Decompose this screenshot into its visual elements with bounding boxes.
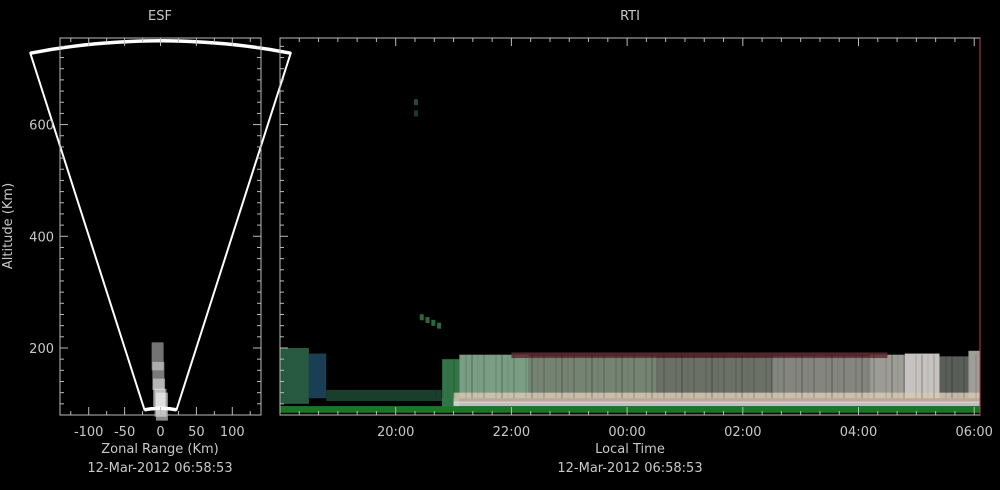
figure: ESF -100 -50 0 50 100 200 400 600 Zonal Range (… <box>0 0 1000 490</box>
rti-spot-4 <box>431 319 436 326</box>
rti-x-tick-label: 22:00 <box>493 425 530 440</box>
rti-spot-0 <box>413 99 418 106</box>
rti-band-14 <box>453 401 980 407</box>
rti-spot-2 <box>419 314 424 321</box>
figure-background <box>0 0 1000 490</box>
rti-band-1 <box>308 353 327 399</box>
esf-x-tick-label: -50 <box>114 425 135 440</box>
rti-x-tick-label: 00:00 <box>608 425 645 440</box>
rti-spot-3 <box>425 317 430 324</box>
rti-band-13 <box>280 406 980 413</box>
esf-x-tick-label: -100 <box>74 425 104 440</box>
rti-title: RTI <box>620 9 640 24</box>
rti-band-2 <box>326 389 442 402</box>
esf-x-axis-label: Zonal Range (Km) <box>101 442 218 457</box>
esf-y-tick-label: 600 <box>29 119 54 134</box>
rti-x-tick-label: 04:00 <box>840 425 877 440</box>
rti-x-axis-label: Local Time <box>595 442 665 457</box>
rti-timestamp: 12-Mar-2012 06:58:53 <box>557 461 702 476</box>
rti-x-tick-label: 02:00 <box>724 425 761 440</box>
esf-y-tick-label: 200 <box>29 342 54 357</box>
rti-band-0 <box>280 347 309 404</box>
esf-title: ESF <box>148 9 172 24</box>
y-axis-label: Altitude (Km) <box>1 183 16 269</box>
esf-x-tick-label: 100 <box>220 425 245 440</box>
esf-y-tick-label: 400 <box>29 230 54 245</box>
esf-x-tick-label: 0 <box>156 425 164 440</box>
rti-spot-5 <box>437 322 442 329</box>
rti-band-8 <box>870 354 905 399</box>
esf-timestamp: 12-Mar-2012 06:58:53 <box>87 461 232 476</box>
rti-x-tick-label: 20:00 <box>377 425 414 440</box>
rti-spot-1 <box>413 110 418 117</box>
esf-x-tick-label: 50 <box>188 425 205 440</box>
rti-band-4 <box>459 354 529 399</box>
rti-x-tick-label: 06:00 <box>955 425 992 440</box>
